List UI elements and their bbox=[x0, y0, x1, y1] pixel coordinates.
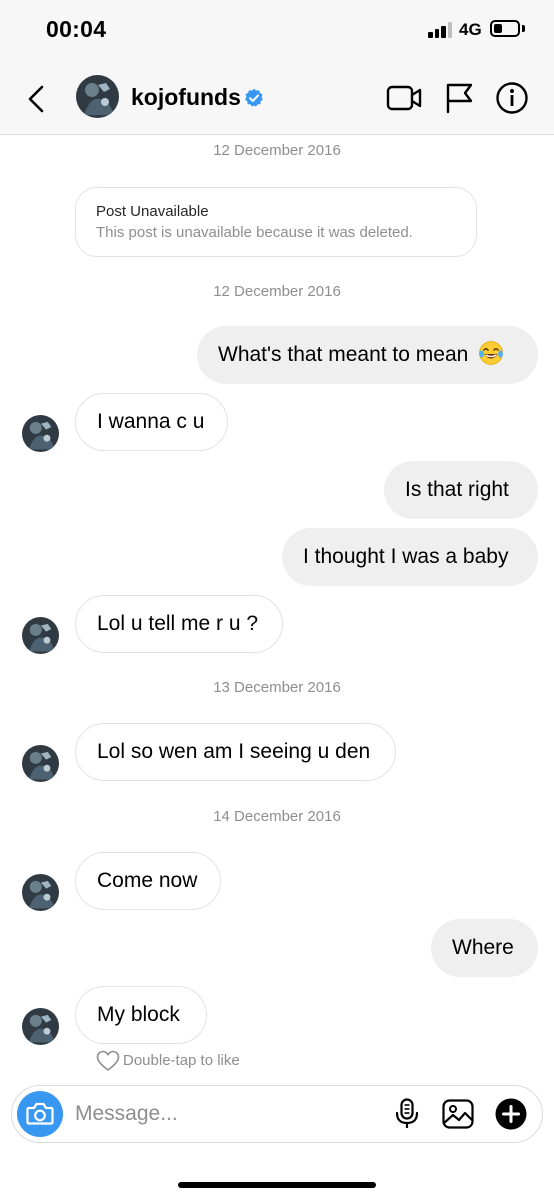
contact-username[interactable]: kojofunds bbox=[131, 84, 241, 111]
camera-button[interactable] bbox=[17, 1091, 63, 1137]
sender-avatar[interactable] bbox=[22, 415, 59, 452]
outgoing-message[interactable]: Where bbox=[431, 919, 538, 977]
date-separator: 12 December 2016 bbox=[213, 283, 341, 300]
flag-icon[interactable] bbox=[441, 81, 477, 115]
home-indicator[interactable] bbox=[178, 1182, 376, 1188]
incoming-message[interactable]: I wanna c u bbox=[75, 393, 228, 451]
date-separator: 14 December 2016 bbox=[213, 808, 341, 825]
verified-badge-icon bbox=[245, 88, 263, 107]
date-separator: 13 December 2016 bbox=[213, 679, 341, 696]
message-text: Come now bbox=[97, 869, 198, 892]
back-button[interactable] bbox=[22, 82, 52, 116]
outgoing-message[interactable]: Is that right bbox=[384, 461, 538, 519]
incoming-message[interactable]: Come now bbox=[75, 852, 221, 910]
add-icon[interactable] bbox=[494, 1097, 528, 1131]
back-chevron-icon bbox=[28, 85, 44, 113]
message-text: I thought I was a baby bbox=[303, 545, 509, 568]
video-call-icon[interactable] bbox=[386, 81, 422, 115]
battery-cap bbox=[522, 25, 525, 32]
network-type: 4G bbox=[459, 20, 482, 39]
message-input[interactable] bbox=[75, 1094, 385, 1134]
date-separator: 12 December 2016 bbox=[213, 142, 341, 159]
camera-icon bbox=[26, 1102, 54, 1125]
post-title: Post Unavailable bbox=[96, 203, 209, 220]
outgoing-message[interactable]: What's that meant to mean bbox=[197, 326, 538, 384]
battery-icon bbox=[490, 20, 520, 37]
face-with-tears-of-joy-icon bbox=[479, 341, 504, 365]
post-subtitle: This post is unavailable because it was … bbox=[96, 224, 413, 241]
signal-strength-icon bbox=[428, 22, 454, 38]
info-icon[interactable] bbox=[494, 81, 530, 115]
incoming-message[interactable]: My block bbox=[75, 986, 207, 1044]
message-composer bbox=[11, 1085, 543, 1143]
sender-avatar[interactable] bbox=[22, 1008, 59, 1045]
message-text: Is that right bbox=[405, 478, 509, 501]
chat-header: kojofunds bbox=[0, 62, 554, 135]
outgoing-message[interactable]: I thought I was a baby bbox=[282, 528, 538, 586]
heart-icon bbox=[96, 1050, 120, 1071]
sender-avatar[interactable] bbox=[22, 874, 59, 911]
incoming-message[interactable]: Lol u tell me r u ? bbox=[75, 595, 283, 653]
message-text: Lol u tell me r u ? bbox=[97, 612, 259, 635]
incoming-message[interactable]: Lol so wen am I seeing u den bbox=[75, 723, 396, 781]
like-hint-text: Double-tap to like bbox=[123, 1052, 240, 1069]
sender-avatar[interactable] bbox=[22, 617, 59, 654]
message-text: My block bbox=[97, 1003, 180, 1026]
contact-avatar[interactable] bbox=[76, 75, 119, 118]
message-text: Where bbox=[452, 936, 514, 959]
message-thread[interactable]: 12 December 2016 Post Unavailable This p… bbox=[0, 136, 554, 1080]
microphone-icon[interactable] bbox=[390, 1097, 424, 1131]
status-bar: 00:04 4G bbox=[0, 0, 554, 62]
message-text: Lol so wen am I seeing u den bbox=[97, 740, 371, 763]
shared-post-card[interactable]: Post Unavailable This post is unavailabl… bbox=[75, 187, 477, 257]
message-text: I wanna c u bbox=[97, 410, 205, 433]
message-text: What's that meant to mean bbox=[218, 343, 469, 366]
status-time: 00:04 bbox=[46, 16, 107, 42]
gallery-icon[interactable] bbox=[441, 1097, 475, 1131]
sender-avatar[interactable] bbox=[22, 745, 59, 782]
